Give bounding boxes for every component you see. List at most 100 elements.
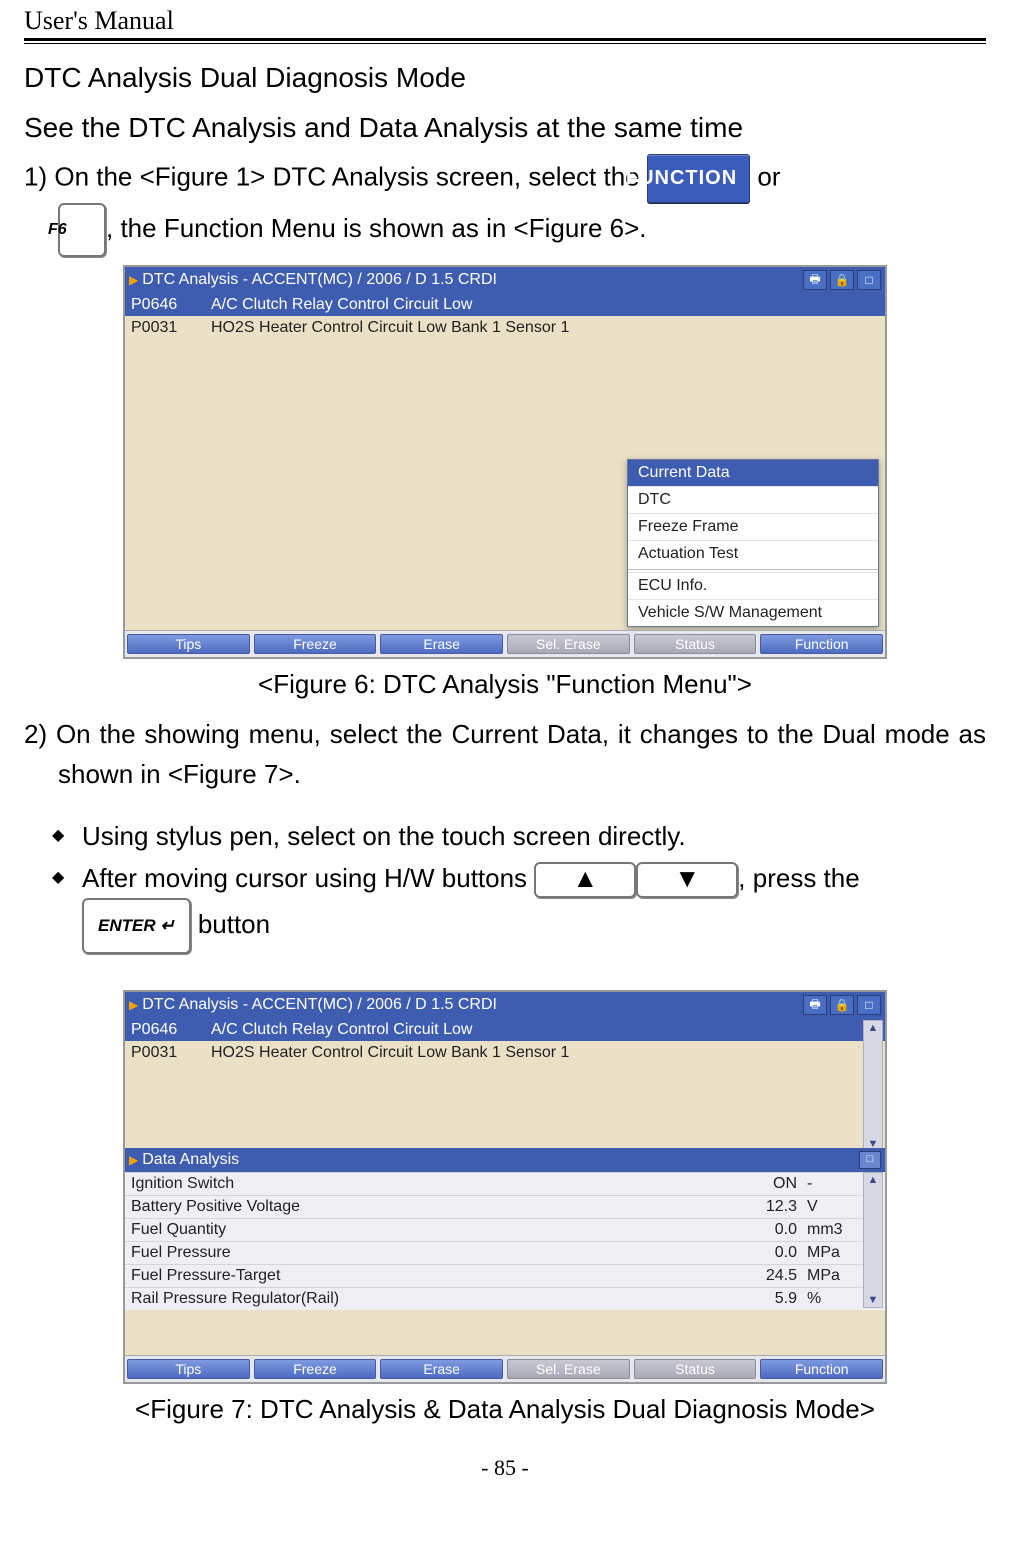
btn-status: Status <box>634 1359 757 1379</box>
btn-freeze[interactable]: Freeze <box>254 1359 377 1379</box>
enter-key[interactable]: ENTER ↵ <box>82 898 191 954</box>
btn-erase[interactable]: Erase <box>380 634 503 654</box>
btn-function[interactable]: Function <box>760 1359 883 1379</box>
data-row[interactable]: Battery Positive Voltage 12.3 V <box>125 1195 863 1218</box>
data-label: Fuel Quantity <box>131 1221 737 1239</box>
fig6-title: DTC Analysis - ACCENT(MC) / 2006 / D 1.5… <box>142 271 497 289</box>
bullet2-post: , press the <box>738 863 859 893</box>
data-label: Ignition Switch <box>131 1175 737 1193</box>
dtc-row[interactable]: P0646 A/C Clutch Relay Control Circuit L… <box>125 293 885 316</box>
running-head: User's Manual <box>24 0 986 38</box>
step-1: 1) On the <Figure 1> DTC Analysis screen… <box>24 154 986 257</box>
arrow-down-key[interactable]: ▼ <box>636 862 738 898</box>
data-value: 0.0 <box>737 1221 807 1239</box>
data-value: ON <box>737 1175 807 1193</box>
data-unit: MPa <box>807 1267 857 1285</box>
dtc-code: P0031 <box>131 1044 211 1062</box>
fig6-bottom-bar: Tips Freeze Erase Sel. Erase Status Func… <box>125 630 885 657</box>
btn-sel-erase: Sel. Erase <box>507 634 630 654</box>
dtc-code: P0646 <box>131 296 211 314</box>
bullet-text: Using stylus pen, select on the touch sc… <box>82 816 986 856</box>
data-row[interactable]: Fuel Pressure 0.0 MPa <box>125 1241 863 1264</box>
step1-after-f6: , the Function Menu is shown as in <Figu… <box>106 213 647 243</box>
dtc-desc: HO2S Heater Control Circuit Low Bank 1 S… <box>211 319 569 337</box>
dtc-scrollbar[interactable]: ▲ ▼ <box>863 1020 883 1152</box>
fig6-titlebar: ▶ DTC Analysis - ACCENT(MC) / 2006 / D 1… <box>125 267 885 293</box>
btn-erase[interactable]: Erase <box>380 1359 503 1379</box>
btn-tips[interactable]: Tips <box>127 634 250 654</box>
dtc-row[interactable]: P0646 A/C Clutch Relay Control Circuit L… <box>125 1018 885 1041</box>
data-row[interactable]: Fuel Pressure-Target 24.5 MPa <box>125 1264 863 1287</box>
data-value: 12.3 <box>737 1198 807 1216</box>
dtc-desc: A/C Clutch Relay Control Circuit Low <box>211 1021 472 1039</box>
data-unit: MPa <box>807 1244 857 1262</box>
fig7-title: DTC Analysis - ACCENT(MC) / 2006 / D 1.5… <box>142 996 497 1014</box>
data-unit: mm3 <box>807 1221 857 1239</box>
dtc-desc: A/C Clutch Relay Control Circuit Low <box>211 296 472 314</box>
data-row[interactable]: Rail Pressure Regulator(Rail) 5.9 % <box>125 1287 863 1310</box>
triangle-icon: ▶ <box>129 273 138 287</box>
fig7-titlebar: ▶ DTC Analysis - ACCENT(MC) / 2006 / D 1… <box>125 992 885 1018</box>
data-value: 5.9 <box>737 1290 807 1308</box>
dtc-row[interactable]: P0031 HO2S Heater Control Circuit Low Ba… <box>125 1041 885 1064</box>
btn-tips[interactable]: Tips <box>127 1359 250 1379</box>
data-label: Rail Pressure Regulator(Rail) <box>131 1290 737 1308</box>
bullet-text: After moving cursor using H/W buttons ▲▼… <box>82 858 986 954</box>
step-2: 2) On the showing menu, select the Curre… <box>24 714 986 794</box>
function-menu-popup: Current Data DTC Freeze Frame Actuation … <box>627 459 879 627</box>
figure-6-screenshot: ▶ DTC Analysis - ACCENT(MC) / 2006 / D 1… <box>123 265 887 659</box>
step1-prefix: 1) On the <Figure 1> DTC Analysis screen… <box>24 161 647 191</box>
f6-key[interactable]: F6 <box>58 203 106 257</box>
scroll-up-icon[interactable]: ▲ <box>868 1022 879 1034</box>
data-label: Battery Positive Voltage <box>131 1198 737 1216</box>
btn-function[interactable]: Function <box>760 634 883 654</box>
heading-mode: DTC Analysis Dual Diagnosis Mode <box>24 62 986 94</box>
dtc-code: P0646 <box>131 1021 211 1039</box>
data-analysis-title: Data Analysis <box>142 1151 239 1169</box>
rule-line <box>24 38 986 44</box>
menu-item-actuation-test[interactable]: Actuation Test <box>628 540 878 567</box>
expand-icon[interactable]: □ <box>859 1151 881 1169</box>
data-row[interactable]: Ignition Switch ON - <box>125 1172 863 1195</box>
figure-6-caption: <Figure 6: DTC Analysis "Function Menu"> <box>24 669 986 700</box>
heading-sub: See the DTC Analysis and Data Analysis a… <box>24 112 986 144</box>
scroll-down-icon[interactable]: ▼ <box>868 1294 879 1306</box>
lock-icon[interactable]: 🔒 <box>830 270 854 290</box>
menu-item-dtc[interactable]: DTC <box>628 486 878 513</box>
expand-icon[interactable]: □ <box>857 995 881 1015</box>
data-unit: % <box>807 1290 857 1308</box>
data-label: Fuel Pressure <box>131 1244 737 1262</box>
function-button[interactable]: FUNCTION <box>647 154 750 203</box>
lock-icon[interactable]: 🔒 <box>830 995 854 1015</box>
dtc-desc: HO2S Heater Control Circuit Low Bank 1 S… <box>211 1044 569 1062</box>
print-icon[interactable]: 🖶 <box>803 270 827 290</box>
dtc-row[interactable]: P0031 HO2S Heater Control Circuit Low Ba… <box>125 316 885 339</box>
triangle-icon: ▶ <box>129 998 138 1012</box>
data-label: Fuel Pressure-Target <box>131 1267 737 1285</box>
figure-7-caption: <Figure 7: DTC Analysis & Data Analysis … <box>24 1394 986 1425</box>
menu-divider <box>628 569 878 570</box>
arrow-up-key[interactable]: ▲ <box>534 862 636 898</box>
data-row[interactable]: Fuel Quantity 0.0 mm3 <box>125 1218 863 1241</box>
print-icon[interactable]: 🖶 <box>803 995 827 1015</box>
data-analysis-bar: ▶ Data Analysis □ <box>125 1148 885 1172</box>
data-value: 24.5 <box>737 1267 807 1285</box>
page-number: - 85 - <box>24 1455 986 1481</box>
bullet-dot-icon: ◆ <box>52 816 82 856</box>
menu-item-ecu-info[interactable]: ECU Info. <box>628 572 878 599</box>
menu-item-freeze-frame[interactable]: Freeze Frame <box>628 513 878 540</box>
bullet2-tail: button <box>191 909 271 939</box>
figure-7-screenshot: ▶ DTC Analysis - ACCENT(MC) / 2006 / D 1… <box>123 990 887 1384</box>
bullet-dot-icon: ◆ <box>52 858 82 954</box>
data-rows: Ignition Switch ON - Battery Positive Vo… <box>125 1172 885 1310</box>
bullet-stylus: ◆ Using stylus pen, select on the touch … <box>24 816 986 856</box>
expand-icon[interactable]: □ <box>857 270 881 290</box>
menu-item-vehicle-sw[interactable]: Vehicle S/W Management <box>628 599 878 626</box>
triangle-icon: ▶ <box>129 1153 138 1167</box>
data-unit: V <box>807 1198 857 1216</box>
data-value: 0.0 <box>737 1244 807 1262</box>
data-scrollbar[interactable]: ▲ ▼ <box>863 1172 883 1308</box>
menu-item-current-data[interactable]: Current Data <box>628 460 878 486</box>
btn-freeze[interactable]: Freeze <box>254 634 377 654</box>
scroll-up-icon[interactable]: ▲ <box>868 1174 879 1186</box>
